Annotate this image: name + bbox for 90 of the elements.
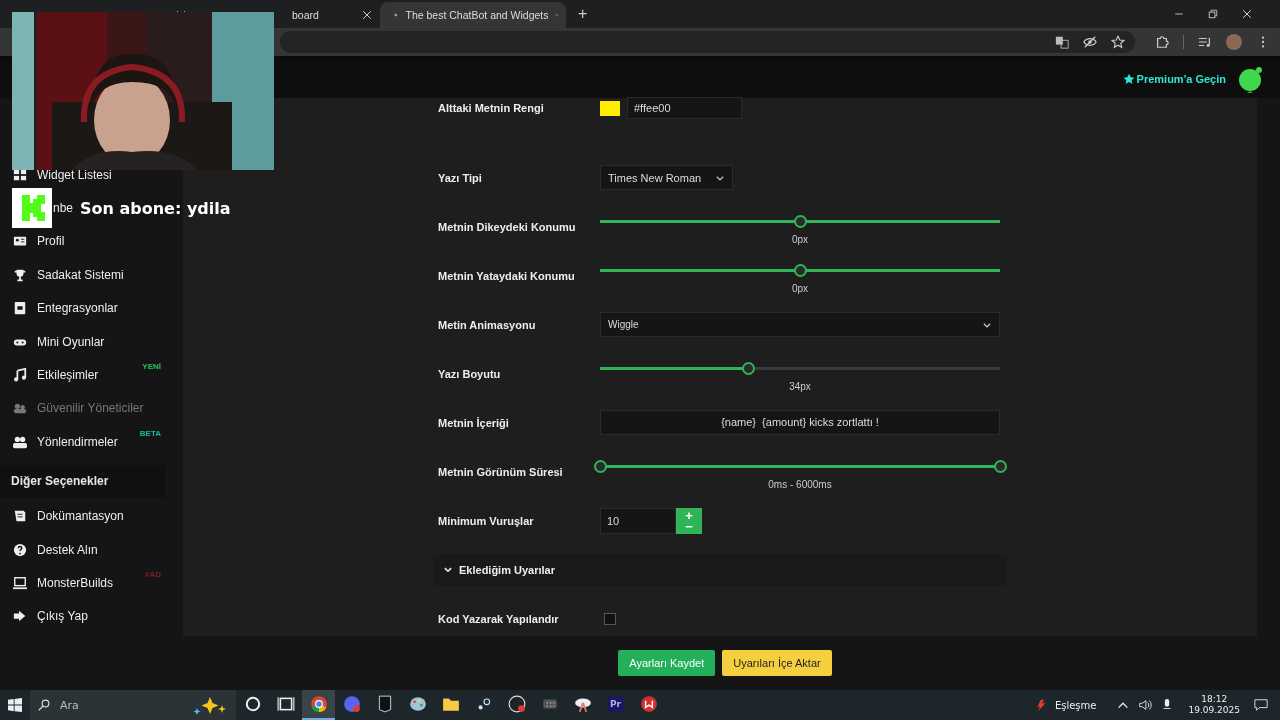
- field-label: Minimum Vuruşlar: [438, 514, 535, 527]
- badge-label: #AD: [145, 570, 161, 580]
- checkbox[interactable]: [604, 612, 616, 625]
- sidebar-item[interactable]: Profil: [13, 233, 65, 250]
- start-icon[interactable]: [8, 698, 22, 712]
- clock-time: 18:12: [1201, 694, 1228, 705]
- search-icon: [38, 699, 50, 711]
- laptop-icon: [13, 576, 27, 590]
- task-view-icon[interactable]: [276, 695, 295, 713]
- sidebar-item[interactable]: Yönlendirmeler: [13, 433, 118, 450]
- sidebar-item[interactable]: Entegrasyonlar: [13, 300, 118, 317]
- collapsible-header[interactable]: Eklediğim Uyarılar: [433, 553, 1007, 586]
- slider-thumb[interactable]: [794, 263, 807, 277]
- field-label: Metnin Dikeydeki Konumu: [438, 220, 577, 233]
- record-icon[interactable]: [507, 695, 526, 713]
- restore-icon[interactable]: [1208, 9, 1218, 19]
- close-icon[interactable]: [1242, 9, 1252, 19]
- badge-label: BETA: [139, 429, 161, 439]
- slider-thumb[interactable]: [742, 361, 755, 375]
- speaker-icon[interactable]: [1138, 698, 1153, 712]
- chat-icon[interactable]: [342, 695, 361, 713]
- users-icon: [13, 434, 27, 449]
- sidebar-item[interactable]: Etkileşimler: [13, 367, 99, 384]
- range-slider[interactable]: [594, 459, 1006, 473]
- notification-icon[interactable]: [1254, 698, 1268, 712]
- sparkle-icon: [192, 695, 228, 715]
- sign-out-icon: [13, 609, 27, 624]
- badge-label: YENİ: [142, 362, 161, 372]
- slider-value: 0px: [791, 234, 809, 245]
- slider-thumb[interactable]: [794, 214, 807, 228]
- music-note-icon: [13, 368, 27, 383]
- sidebar-item[interactable]: Dokümantasyon: [13, 508, 124, 525]
- slider-value: 34px: [789, 381, 811, 392]
- search-field[interactable]: Ara: [30, 690, 236, 720]
- field-label: Yazı Boyutu: [438, 367, 502, 380]
- slider-value: 0ms - 6000ms: [768, 479, 832, 490]
- logo-icon: [12, 188, 52, 228]
- sidebar-item[interactable]: Mini Oyunlar: [13, 333, 105, 350]
- slider-value: 0px: [791, 283, 809, 294]
- tablet-icon: [13, 301, 27, 316]
- field-label: Alttaki Metnin Rengi: [438, 102, 545, 114]
- import-button[interactable]: Uyarıları İçe Aktar: [722, 650, 832, 676]
- dropdown[interactable]: Times New Roman: [600, 165, 733, 190]
- status-text: Eşleşme: [1054, 699, 1097, 711]
- slider-thumb[interactable]: [594, 459, 607, 473]
- dropdown[interactable]: Wiggle: [600, 312, 1000, 337]
- browser-tab[interactable]: The best ChatBot and Widgets: [380, 2, 566, 28]
- circle-icon[interactable]: [243, 695, 262, 713]
- palette-icon[interactable]: [408, 695, 427, 713]
- extensions-icon[interactable]: [1155, 35, 1169, 49]
- scroll-icon: [13, 509, 27, 524]
- color-input[interactable]: #ffee00: [627, 97, 742, 119]
- translate-icon[interactable]: [1055, 35, 1069, 49]
- field-label: Metnin Yataydaki Konumu: [438, 269, 576, 282]
- clock-date: 19.09.2025: [1188, 705, 1240, 716]
- trophy-icon: [13, 267, 27, 282]
- slider-thumb[interactable]: [994, 459, 1007, 473]
- sidebar-item[interactable]: MonsterBuilds: [13, 575, 114, 591]
- profile-avatar[interactable]: [1226, 34, 1242, 50]
- star-icon[interactable]: [1111, 35, 1125, 49]
- field-label: Yazı Tipi: [438, 171, 483, 184]
- media-queue-icon[interactable]: [1198, 35, 1212, 49]
- star-icon: [1122, 73, 1135, 85]
- users-icon: [13, 401, 27, 416]
- video-editor-icon[interactable]: Pr: [607, 696, 624, 712]
- app-icon[interactable]: [639, 695, 658, 713]
- premium-link[interactable]: Premium'a Geçin: [1122, 73, 1226, 85]
- subscriber-text: Son abone: ydila: [80, 198, 231, 218]
- sidebar-item[interactable]: nbe: [53, 200, 74, 217]
- question-icon: [13, 542, 27, 557]
- field-label: Metnin İçeriği: [438, 416, 510, 429]
- browser-icon[interactable]: [309, 695, 328, 713]
- eye-off-icon[interactable]: [1083, 35, 1097, 49]
- text-input[interactable]: {name} {amount} kicks zortlattı !: [600, 410, 1000, 435]
- field-label: Kod Yazarak Yapılandır: [438, 612, 560, 625]
- close-icon[interactable]: [362, 10, 372, 20]
- tab-title[interactable]: board: [292, 9, 319, 21]
- app-icon[interactable]: [573, 695, 592, 713]
- steam-icon[interactable]: [474, 695, 493, 713]
- color-swatch[interactable]: [600, 100, 620, 116]
- field-label: Metin Animasyonu: [438, 318, 537, 331]
- field-label: Metnin Görünüm Süresi: [438, 465, 564, 478]
- number-input[interactable]: 10: [600, 507, 676, 534]
- sidebar-item[interactable]: Çıkış Yap: [13, 608, 88, 625]
- sidebar-item[interactable]: Sadakat Sistemi: [13, 266, 124, 283]
- sidebar-item[interactable]: Destek Alın: [13, 541, 98, 558]
- folder-icon[interactable]: [441, 695, 460, 713]
- new-tab-button[interactable]: +: [574, 5, 592, 23]
- mascot-icon[interactable]: [1236, 65, 1264, 93]
- section-header: Diğer Seçenekler: [0, 464, 165, 498]
